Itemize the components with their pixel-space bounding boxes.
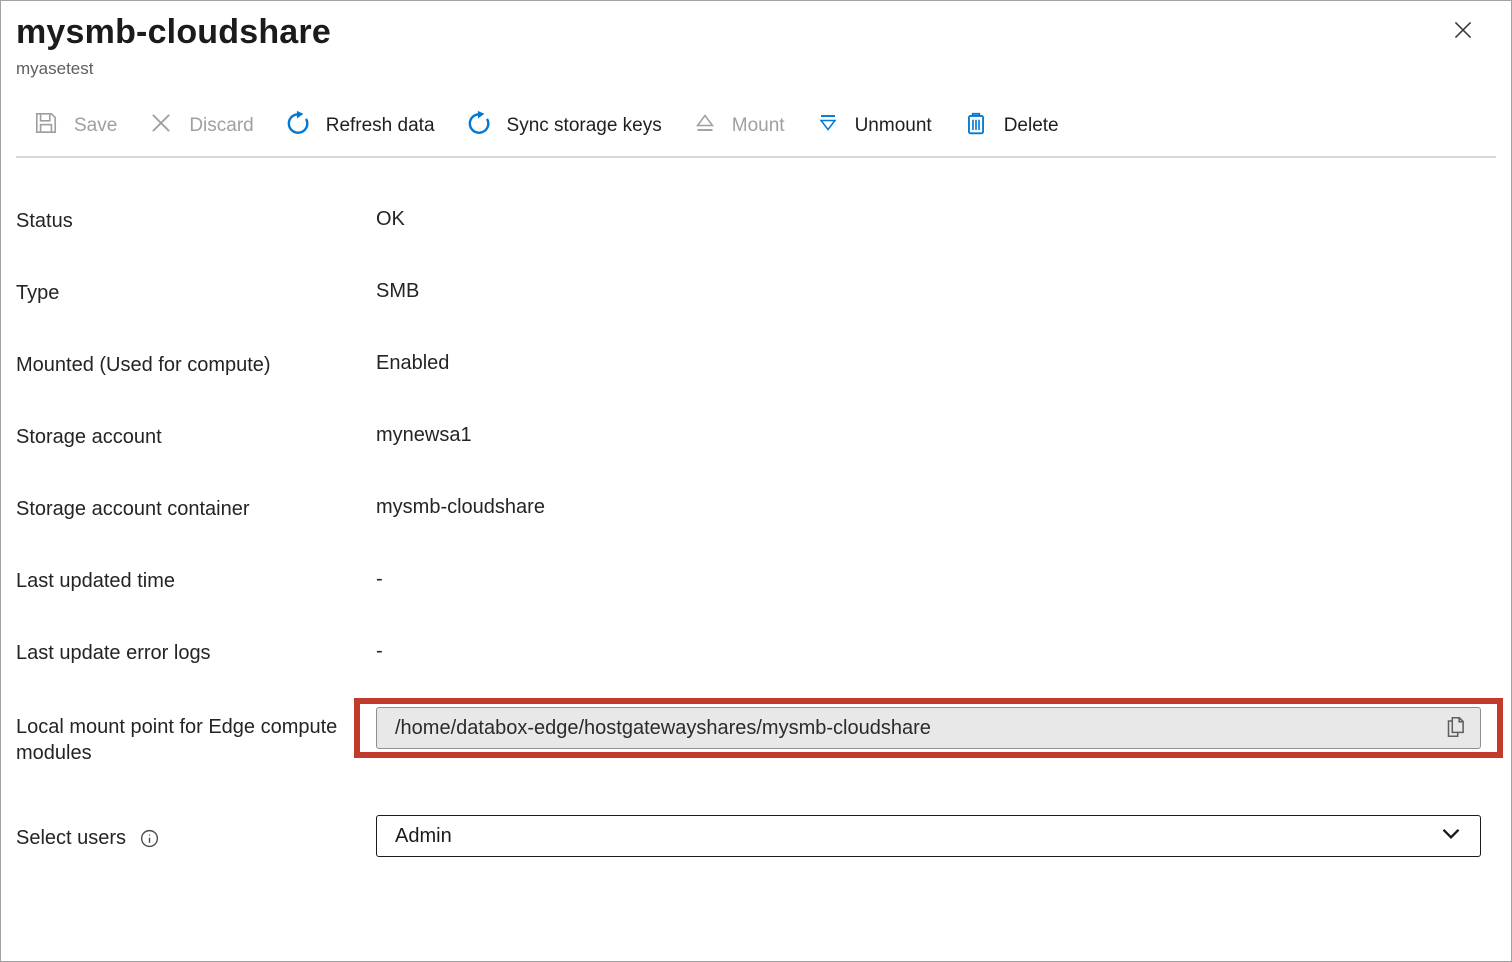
close-icon	[1450, 31, 1476, 46]
unmount-icon	[816, 111, 840, 141]
close-button[interactable]	[1447, 15, 1479, 47]
discard-icon	[148, 110, 174, 142]
local-mount-point-input[interactable]	[376, 707, 1481, 749]
delete-button[interactable]: Delete	[963, 110, 1059, 142]
refresh-data-label: Refresh data	[326, 115, 435, 137]
type-value: SMB	[376, 278, 419, 304]
last-update-error-logs-value: -	[376, 638, 383, 664]
select-users-label: Select users	[16, 825, 126, 851]
select-users-dropdown[interactable]: Admin	[376, 815, 1481, 857]
storage-account-container-label: Storage account container	[16, 494, 346, 522]
mount-label: Mount	[732, 115, 785, 137]
last-update-error-logs-label: Last update error logs	[16, 638, 346, 666]
select-users-value: Admin	[395, 825, 452, 848]
type-label: Type	[16, 278, 346, 306]
last-updated-time-label: Last updated time	[16, 566, 346, 594]
eject-mount-icon	[693, 111, 717, 141]
trash-icon	[963, 110, 989, 142]
save-icon	[33, 110, 59, 142]
sync-storage-keys-label: Sync storage keys	[507, 115, 662, 137]
refresh-data-button[interactable]: Refresh data	[285, 110, 435, 142]
save-button[interactable]: Save	[33, 110, 117, 142]
page-subtitle: myasetest	[16, 59, 1511, 79]
local-mount-point-field-wrap	[376, 707, 1481, 749]
field-row-mounted: Mounted (Used for compute) Enabled	[16, 350, 1481, 378]
share-details-form: Status OK Type SMB Mounted (Used for com…	[1, 158, 1511, 857]
chevron-down-icon	[1436, 818, 1466, 854]
unmount-label: Unmount	[855, 115, 932, 137]
field-row-storage-account: Storage account mynewsa1	[16, 422, 1481, 450]
mounted-value: Enabled	[376, 350, 449, 376]
field-row-storage-account-container: Storage account container mysmb-cloudsha…	[16, 494, 1481, 522]
save-label: Save	[74, 115, 117, 137]
delete-label: Delete	[1004, 115, 1059, 137]
copy-icon	[1442, 714, 1468, 743]
command-bar: Save Discard Refresh data Sync storage k…	[33, 103, 1511, 149]
status-label: Status	[16, 206, 346, 234]
refresh-icon	[285, 110, 311, 142]
share-details-blade: { "header": { "title": "mysmb-cloudshare…	[0, 0, 1512, 962]
field-row-status: Status OK	[16, 206, 1481, 234]
header: mysmb-cloudshare myasetest	[1, 1, 1511, 79]
sync-storage-keys-button[interactable]: Sync storage keys	[466, 110, 662, 142]
local-mount-point-label: Local mount point for Edge compute modul…	[16, 698, 346, 766]
field-row-last-updated-time: Last updated time -	[16, 566, 1481, 594]
storage-account-value: mynewsa1	[376, 422, 472, 448]
select-users-label-wrap: Select users	[16, 815, 346, 851]
field-row-last-update-error-logs: Last update error logs -	[16, 638, 1481, 666]
copy-button[interactable]	[1433, 711, 1477, 745]
field-row-select-users: Select users Admin	[16, 815, 1481, 857]
page-title: mysmb-cloudshare	[16, 13, 1511, 52]
field-row-type: Type SMB	[16, 278, 1481, 306]
status-value: OK	[376, 206, 405, 232]
sync-icon	[466, 110, 492, 142]
unmount-button[interactable]: Unmount	[816, 111, 932, 141]
storage-account-label: Storage account	[16, 422, 346, 450]
storage-account-container-value: mysmb-cloudshare	[376, 494, 545, 520]
info-icon[interactable]	[139, 828, 160, 849]
discard-label: Discard	[189, 115, 253, 137]
mount-button[interactable]: Mount	[693, 111, 785, 141]
red-highlight-annotation	[354, 698, 1503, 758]
mounted-label: Mounted (Used for compute)	[16, 350, 346, 378]
field-row-local-mount-point: Local mount point for Edge compute modul…	[16, 698, 1481, 766]
last-updated-time-value: -	[376, 566, 383, 592]
discard-button[interactable]: Discard	[148, 110, 253, 142]
